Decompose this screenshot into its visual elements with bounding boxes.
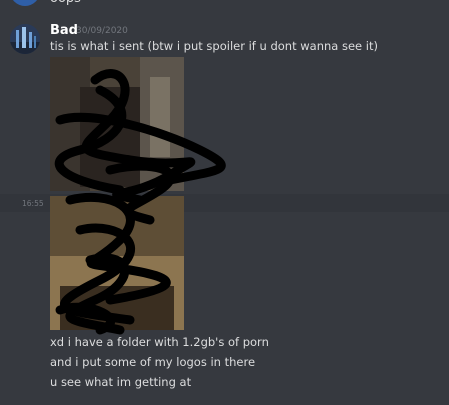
image-attachment-1[interactable] xyxy=(50,57,184,191)
message-line-1: tis is what i sent (btw i put spoiler if… xyxy=(50,39,378,53)
chat-messages: oops 16:55 Bad 30/09/2020 tis is what i … xyxy=(0,0,449,405)
message-timestamp: 30/09/2020 xyxy=(76,26,128,36)
image-attachment-2[interactable] xyxy=(50,196,184,330)
message-line-2: xd i have a folder with 1.2gb's of porn xyxy=(50,335,269,349)
previous-message-text: oops xyxy=(50,0,81,7)
previous-avatar[interactable] xyxy=(10,0,40,6)
message-hover-timestamp: 16:55 xyxy=(22,199,44,208)
message-line-4: u see what im getting at xyxy=(50,375,192,389)
message-line-3: and i put some of my logos in there xyxy=(50,355,256,369)
avatar[interactable] xyxy=(10,24,40,54)
user-avatar-icon xyxy=(10,24,40,54)
